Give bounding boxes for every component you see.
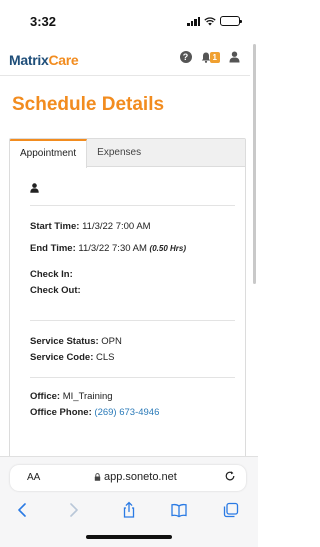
office-phone-link[interactable]: (269) 673-4946 [94,407,159,418]
end-time-row: End Time: 11/3/22 7:30 AM (0.50 Hrs) [30,242,229,256]
address-bar[interactable]: AA app.soneto.net [10,465,246,491]
notifications-button[interactable]: 1 [201,51,220,63]
logo-prefix: Matrix [9,52,49,68]
header-icons: ? 1 [179,51,240,63]
service-code-label: Service Code: [30,352,94,363]
schedule-card: Appointment Expenses Start Time: 11/3/22… [9,138,246,468]
status-icons [187,16,242,26]
browser-nav-row [0,501,258,523]
share-icon[interactable] [120,501,138,519]
help-icon[interactable]: ? [179,51,192,63]
office-label: Office: [30,391,61,402]
tab-bar: Appointment Expenses [10,139,245,168]
browser-toolbar: AA app.soneto.net [0,456,258,547]
start-time-row: Start Time: 11/3/22 7:00 AM [30,220,229,234]
user-icon[interactable] [229,51,240,63]
wifi-icon [204,16,216,25]
end-time-value: 11/3/22 7:30 AM [78,243,147,254]
battery-icon [220,16,242,26]
start-time-label: Start Time: [30,221,80,232]
back-icon[interactable] [14,501,32,519]
notification-badge: 1 [209,51,220,63]
tabs-icon[interactable] [222,501,240,519]
duration-label: (0.50 Hrs) [149,244,186,253]
service-status-row: Service Status: OPN [30,335,229,349]
reload-icon[interactable] [224,470,236,482]
page-scrollbar[interactable] [253,44,256,284]
matrixcare-logo[interactable]: MatrixCare [9,52,79,68]
service-code-value: CLS [96,352,115,363]
status-bar: 3:32 [0,0,258,40]
bookmarks-icon[interactable] [170,501,188,519]
divider [30,377,235,378]
office-phone-row: Office Phone: (269) 673-4946 [30,406,229,420]
office-value: MI_Training [62,391,113,402]
divider [30,205,235,206]
tab-expenses[interactable]: Expenses [87,139,151,166]
cellular-signal-icon [187,16,200,26]
office-phone-label: Office Phone: [30,407,92,418]
divider [30,320,235,321]
text-size-button[interactable]: AA [27,472,40,483]
end-time-label: End Time: [30,243,76,254]
start-time-value: 11/3/22 7:00 AM [82,221,151,232]
lock-icon [94,473,101,481]
check-in-row: Check In: [30,268,229,282]
logo-suffix: Care [48,52,79,68]
check-out-label: Check Out: [30,285,81,296]
home-indicator [86,535,172,539]
app-header: MatrixCare ? 1 [0,42,250,76]
appointment-details: Start Time: 11/3/22 7:00 AM End Time: 11… [10,183,245,420]
check-out-row: Check Out: [30,284,229,298]
forward-icon[interactable] [64,501,82,519]
url-display[interactable]: app.soneto.net [94,471,177,483]
service-status-value: OPN [101,336,122,347]
tab-appointment[interactable]: Appointment [10,139,88,168]
page-title: Schedule Details [12,94,165,115]
office-row: Office: MI_Training [30,390,229,404]
service-status-label: Service Status: [30,336,99,347]
client-user-icon [30,183,39,193]
status-time: 3:32 [30,14,57,29]
service-code-row: Service Code: CLS [30,351,229,365]
url-text: app.soneto.net [104,471,177,483]
check-in-label: Check In: [30,269,73,280]
